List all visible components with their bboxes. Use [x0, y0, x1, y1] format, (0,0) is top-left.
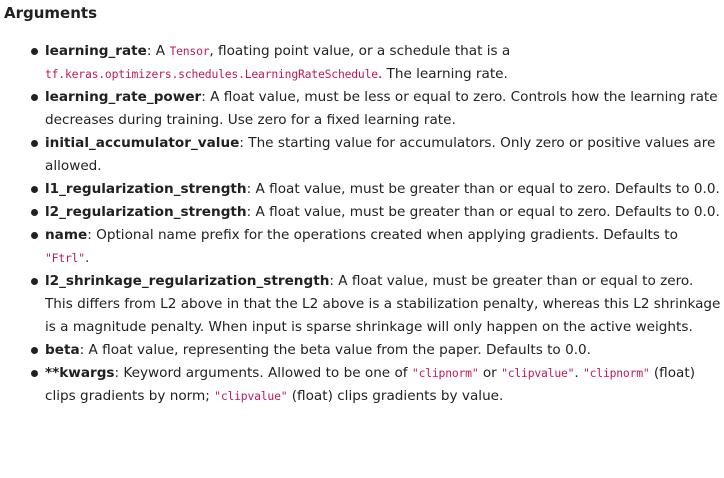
arg-item-learning-rate: learning_rate: A Tensor, floating point … — [0, 40, 724, 86]
arg-item-l2-regularization-strength: l2_regularization_strength: A float valu… — [0, 201, 724, 224]
code-learning-rate-schedule: tf.keras.optimizers.schedules.LearningRa… — [45, 67, 378, 81]
arg-item-initial-accumulator-value: initial_accumulator_value: The starting … — [0, 132, 724, 178]
arg-name: initial_accumulator_value — [45, 135, 240, 151]
code-clipvalue: "clipvalue" — [501, 366, 575, 380]
arg-item-beta: beta: A float value, representing the be… — [0, 339, 724, 362]
arg-text: . — [574, 365, 583, 381]
arg-name: beta — [45, 342, 80, 358]
arg-name: learning_rate_power — [45, 89, 202, 105]
arg-item-kwargs: **kwargs: Keyword arguments. Allowed to … — [0, 362, 724, 408]
section-heading: Arguments — [4, 4, 98, 22]
arg-text: : A float value, must be greater than or… — [246, 181, 720, 197]
arg-name: name — [45, 227, 88, 243]
arg-text: or — [478, 365, 502, 381]
arg-text: : A float value, representing the beta v… — [79, 342, 592, 358]
code-clipnorm: "clipnorm" — [582, 366, 650, 380]
arg-name: learning_rate — [45, 43, 147, 59]
arg-text: . — [84, 250, 90, 266]
arg-item-l2-shrinkage-regularization-strength: l2_shrinkage_regularization_strength: A … — [0, 270, 724, 339]
arg-name: l2_shrinkage_regularization_strength — [45, 273, 330, 289]
arg-text: , floating point value, or a schedule th… — [209, 43, 511, 59]
arg-text: . The learning rate. — [377, 66, 508, 82]
arg-text: : Keyword arguments. Allowed to be one o… — [114, 365, 412, 381]
arg-name: l1_regularization_strength — [45, 181, 247, 197]
arg-text: : A — [146, 43, 170, 59]
arg-text: : Optional name prefix for the operation… — [87, 227, 678, 243]
arg-text: (float) clips gradients by value. — [287, 388, 504, 404]
code-tensor: Tensor — [169, 44, 210, 58]
code-clipvalue: "clipvalue" — [214, 389, 288, 403]
code-ftrl: "Ftrl" — [45, 251, 85, 265]
arg-text: : A float value, must be greater than or… — [246, 204, 720, 220]
arg-name: **kwargs — [45, 365, 115, 381]
arg-item-name: name: Optional name prefix for the opera… — [0, 224, 724, 270]
code-clipnorm: "clipnorm" — [411, 366, 479, 380]
arguments-list: learning_rate: A Tensor, floating point … — [0, 40, 724, 408]
arg-item-learning-rate-power: learning_rate_power: A float value, must… — [0, 86, 724, 132]
arg-name: l2_regularization_strength — [45, 204, 247, 220]
arg-item-l1-regularization-strength: l1_regularization_strength: A float valu… — [0, 178, 724, 201]
